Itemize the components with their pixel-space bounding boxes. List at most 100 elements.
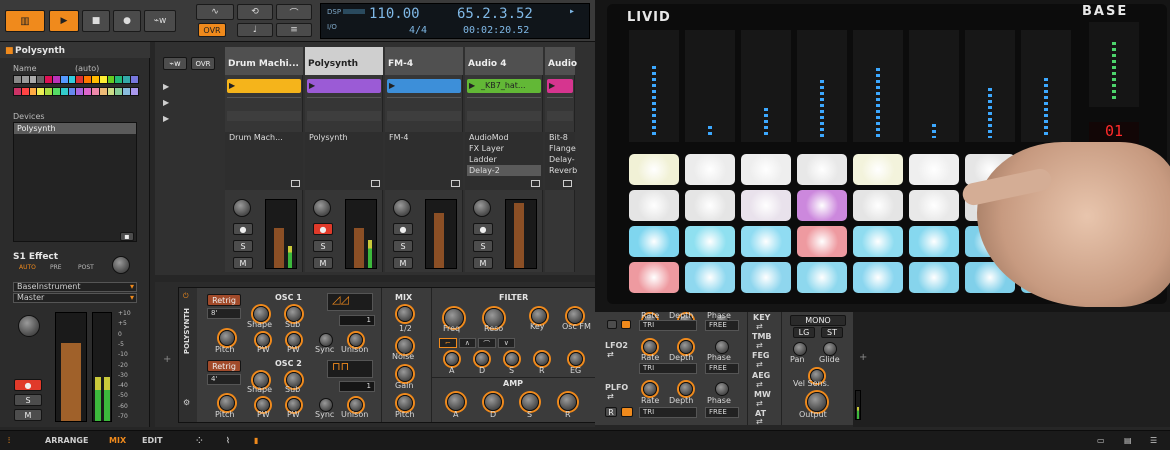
- pan-knob[interactable]: [313, 199, 331, 217]
- pre-roll-button[interactable]: ≡: [276, 23, 312, 37]
- loop-button[interactable]: ⟲: [237, 4, 273, 20]
- filter-a-knob[interactable]: [445, 352, 459, 366]
- track-name[interactable]: Drum Machi...: [225, 47, 303, 75]
- amp-r-knob[interactable]: [559, 393, 577, 411]
- octave1-select[interactable]: 8': [207, 308, 241, 319]
- volume-fader[interactable]: [345, 199, 377, 269]
- track-name[interactable]: Audio 4: [465, 47, 543, 75]
- automation-icon[interactable]: ⌇: [226, 436, 230, 445]
- clip-icon[interactable]: ▮: [254, 436, 258, 445]
- expand-icon[interactable]: [563, 180, 572, 187]
- record-arm-button[interactable]: ●: [473, 223, 493, 235]
- lfo2-phase-knob[interactable]: [715, 340, 729, 354]
- device-list-item[interactable]: Flange: [547, 143, 576, 154]
- pan-knob[interactable]: [18, 315, 40, 337]
- mute-button[interactable]: M: [14, 409, 42, 421]
- clip-slot[interactable]: [307, 111, 381, 121]
- stop-button[interactable]: ■: [82, 10, 110, 32]
- clip-launcher[interactable]: ▶: [387, 79, 461, 93]
- send-knob[interactable]: [112, 256, 130, 274]
- drum-pad[interactable]: [629, 262, 679, 293]
- amp-d-knob[interactable]: [484, 393, 502, 411]
- clip-launcher[interactable]: ▶: [227, 79, 301, 93]
- mix-tab[interactable]: MIX: [109, 436, 126, 445]
- unison2-value[interactable]: 1: [339, 381, 375, 392]
- volume-fader[interactable]: [265, 199, 297, 269]
- clip-slot[interactable]: [467, 111, 541, 121]
- filter-s-knob[interactable]: [505, 352, 519, 366]
- device-list-item[interactable]: AudioMod: [467, 132, 541, 143]
- expand-icon[interactable]: [451, 180, 460, 187]
- clip-slot[interactable]: [227, 97, 301, 109]
- touch-strip[interactable]: [853, 30, 903, 142]
- drum-pad[interactable]: [853, 190, 903, 221]
- highpass-icon[interactable]: ⌒: [478, 338, 496, 348]
- tap-icon[interactable]: ▸: [569, 6, 575, 17]
- volume-fader[interactable]: [55, 312, 87, 422]
- expand-icon[interactable]: ▶: [163, 98, 169, 107]
- mute-button[interactable]: M: [473, 257, 493, 269]
- track-name[interactable]: FM-4: [385, 47, 463, 75]
- mono-button[interactable]: MONO: [790, 315, 846, 326]
- add-device-icon[interactable]: +: [859, 352, 867, 363]
- pitch-knob[interactable]: [219, 395, 235, 411]
- plfo-r-button[interactable]: R: [605, 407, 617, 417]
- arrange-tab[interactable]: ARRANGE: [45, 436, 88, 445]
- drum-pad[interactable]: [853, 226, 903, 257]
- filter-eg-knob[interactable]: [569, 352, 583, 366]
- drum-pad[interactable]: [741, 262, 791, 293]
- pitch-knob[interactable]: [219, 330, 235, 346]
- grid-icon[interactable]: ⁘: [196, 436, 203, 445]
- lfo2-mode-select[interactable]: FREE: [705, 363, 739, 374]
- drum-pad[interactable]: [685, 262, 735, 293]
- post-option[interactable]: POST: [78, 264, 94, 271]
- mute-button[interactable]: M: [313, 257, 333, 269]
- drum-pad[interactable]: [629, 154, 679, 185]
- aeg-source[interactable]: AEG: [752, 371, 770, 380]
- metronome-button[interactable]: ♩: [237, 23, 273, 37]
- mw-source[interactable]: MW: [754, 390, 771, 399]
- drum-pad[interactable]: [797, 226, 847, 257]
- position-value[interactable]: 65.2.3.52: [457, 6, 533, 22]
- color-swatch[interactable]: [130, 75, 139, 84]
- feg-source[interactable]: FEG: [752, 351, 770, 360]
- folder-icon[interactable]: ▭: [1097, 436, 1105, 445]
- expand-icon[interactable]: [371, 180, 380, 187]
- osc2-waveform[interactable]: ⊓⊓: [327, 360, 373, 378]
- filter-type-selector[interactable]: ⌐ ∧ ⌒ ∨: [439, 338, 515, 348]
- mute-button[interactable]: M: [393, 257, 413, 269]
- key-source[interactable]: KEY: [753, 313, 770, 322]
- plfo-mode-select[interactable]: FREE: [705, 407, 739, 418]
- plfo-rate-knob[interactable]: [643, 382, 657, 396]
- app-menu-button[interactable]: ▥: [5, 10, 45, 32]
- drum-pad[interactable]: [797, 190, 847, 221]
- drum-pad[interactable]: [797, 154, 847, 185]
- edit-tab[interactable]: EDIT: [142, 436, 163, 445]
- tempo-value[interactable]: 110.00: [369, 6, 420, 22]
- gain-knob[interactable]: [397, 366, 413, 382]
- drum-pad[interactable]: [909, 226, 959, 257]
- plfo-phase-knob[interactable]: [715, 382, 729, 396]
- automation-icon[interactable]: ⌁w: [163, 57, 187, 70]
- device-list-item[interactable]: Delay-: [547, 154, 575, 165]
- clip-launcher[interactable]: ▶: [547, 79, 573, 93]
- solo-button[interactable]: S: [233, 240, 253, 252]
- drum-pad[interactable]: [741, 154, 791, 185]
- pan-knob[interactable]: [793, 342, 807, 356]
- output-knob[interactable]: [807, 392, 827, 412]
- add-device-icon[interactable]: +: [163, 354, 171, 365]
- drum-pad[interactable]: [685, 190, 735, 221]
- power-icon[interactable]: ⏻: [183, 292, 189, 301]
- lfo-mode-select[interactable]: FREE: [705, 320, 739, 331]
- drum-pad[interactable]: [629, 190, 679, 221]
- lfo-retrig[interactable]: [621, 320, 631, 329]
- drum-pad[interactable]: [909, 154, 959, 185]
- touch-strip[interactable]: [629, 30, 679, 142]
- record-button[interactable]: ●: [113, 10, 141, 32]
- filter-r-knob[interactable]: [535, 352, 549, 366]
- record-arm-button[interactable]: ●: [233, 223, 253, 235]
- track-name[interactable]: Audio: [545, 47, 577, 75]
- drum-pad[interactable]: [741, 190, 791, 221]
- clip-slot[interactable]: [547, 111, 573, 121]
- octave2-select[interactable]: 4': [207, 374, 241, 385]
